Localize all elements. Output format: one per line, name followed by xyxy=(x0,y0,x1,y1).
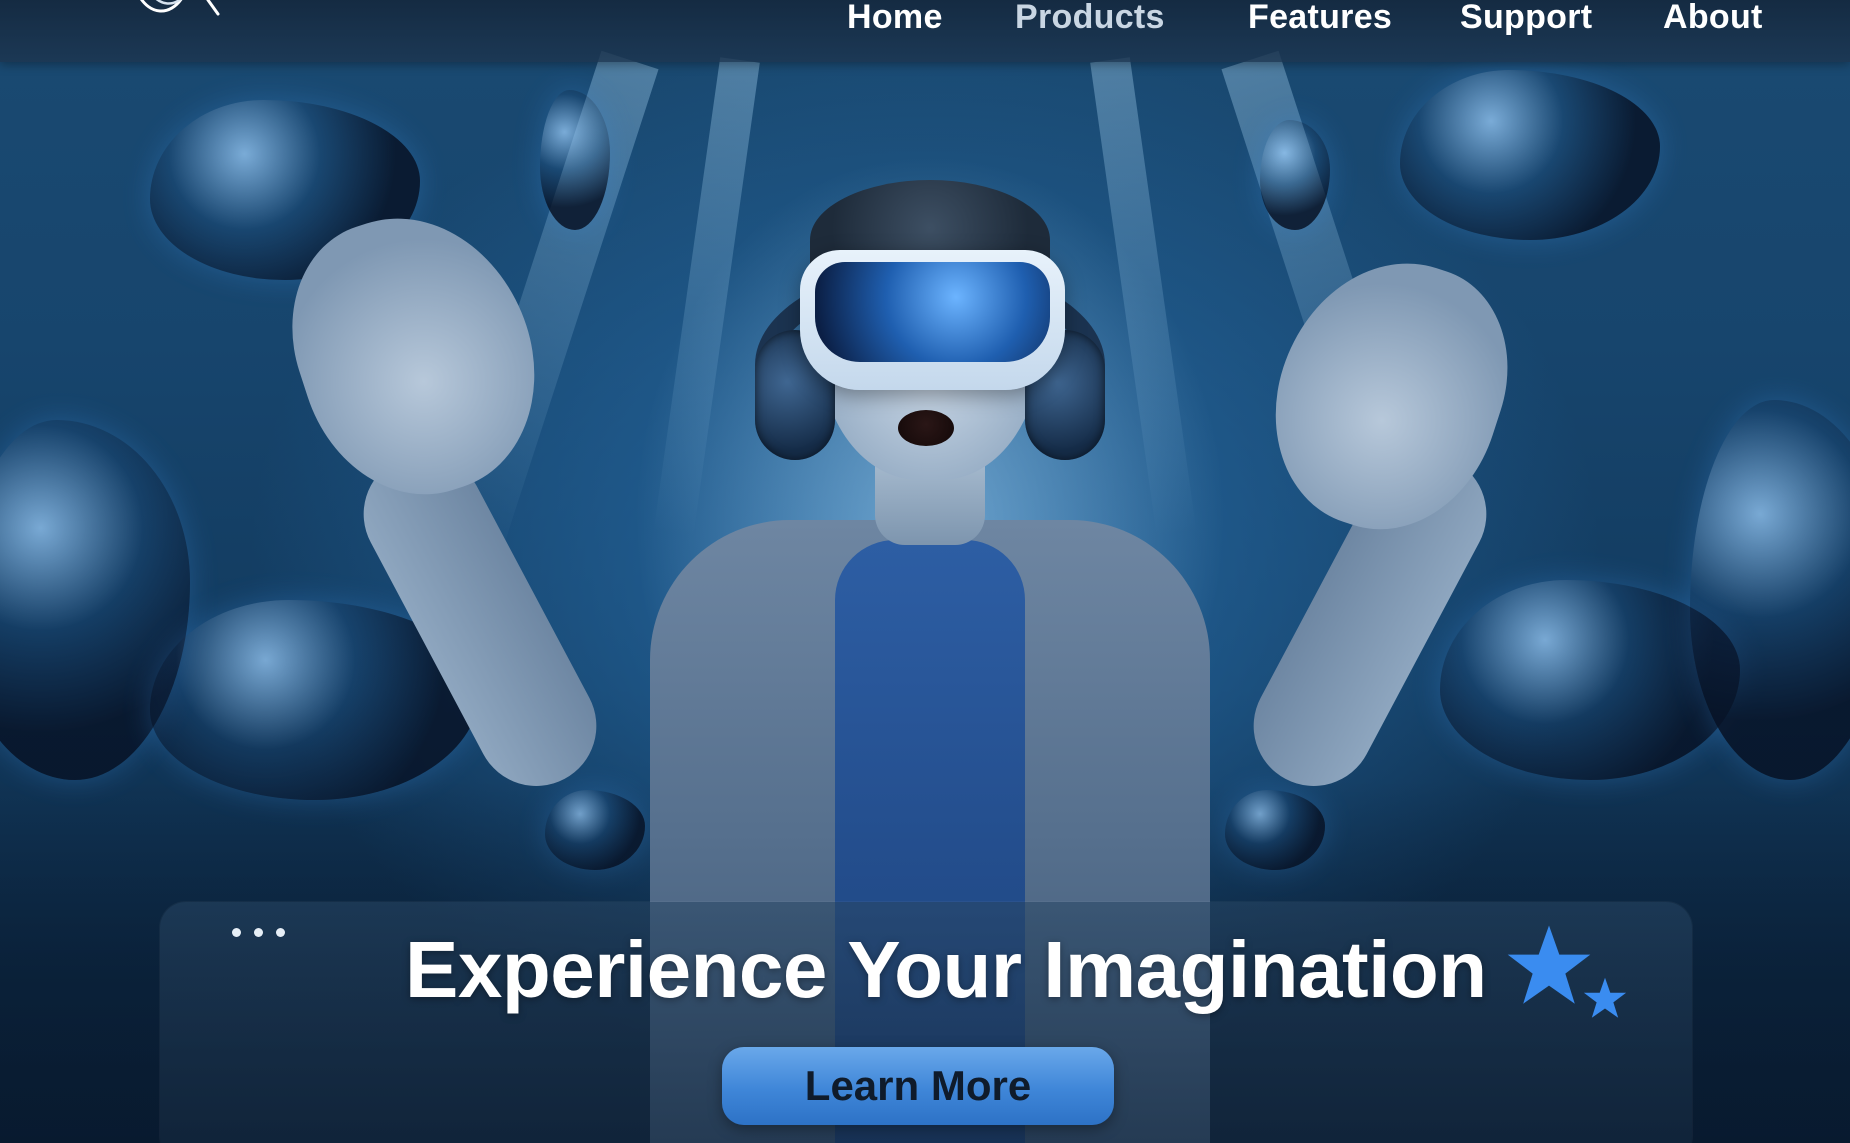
floating-crystal xyxy=(1400,70,1660,240)
star-icon xyxy=(1507,925,1591,1004)
vr-visor xyxy=(815,262,1050,362)
nav-home-link[interactable]: Home xyxy=(847,0,943,37)
light-ray xyxy=(653,57,760,539)
learn-more-button[interactable]: Learn More xyxy=(722,1047,1114,1125)
dot xyxy=(232,928,241,937)
hero-headline: Experience Your Imagination xyxy=(405,925,1487,1014)
nav-features-link[interactable]: Features xyxy=(1248,0,1392,37)
nav-about-link[interactable]: About xyxy=(1663,0,1763,37)
ellipsis-dots-icon xyxy=(232,928,285,937)
child-right-hand xyxy=(1243,232,1537,558)
page: Home Products Features Support About Exp… xyxy=(0,0,1850,1143)
nav-products-link[interactable]: Products xyxy=(1015,0,1165,37)
top-navbar: Home Products Features Support About xyxy=(0,0,1850,62)
dot xyxy=(254,928,263,937)
brand-logo-icon[interactable] xyxy=(130,0,230,18)
nav-support-link[interactable]: Support xyxy=(1460,0,1592,37)
light-ray xyxy=(1090,57,1197,539)
child-mouth xyxy=(898,410,954,446)
star-small-icon xyxy=(1583,977,1627,1018)
dot xyxy=(276,928,285,937)
